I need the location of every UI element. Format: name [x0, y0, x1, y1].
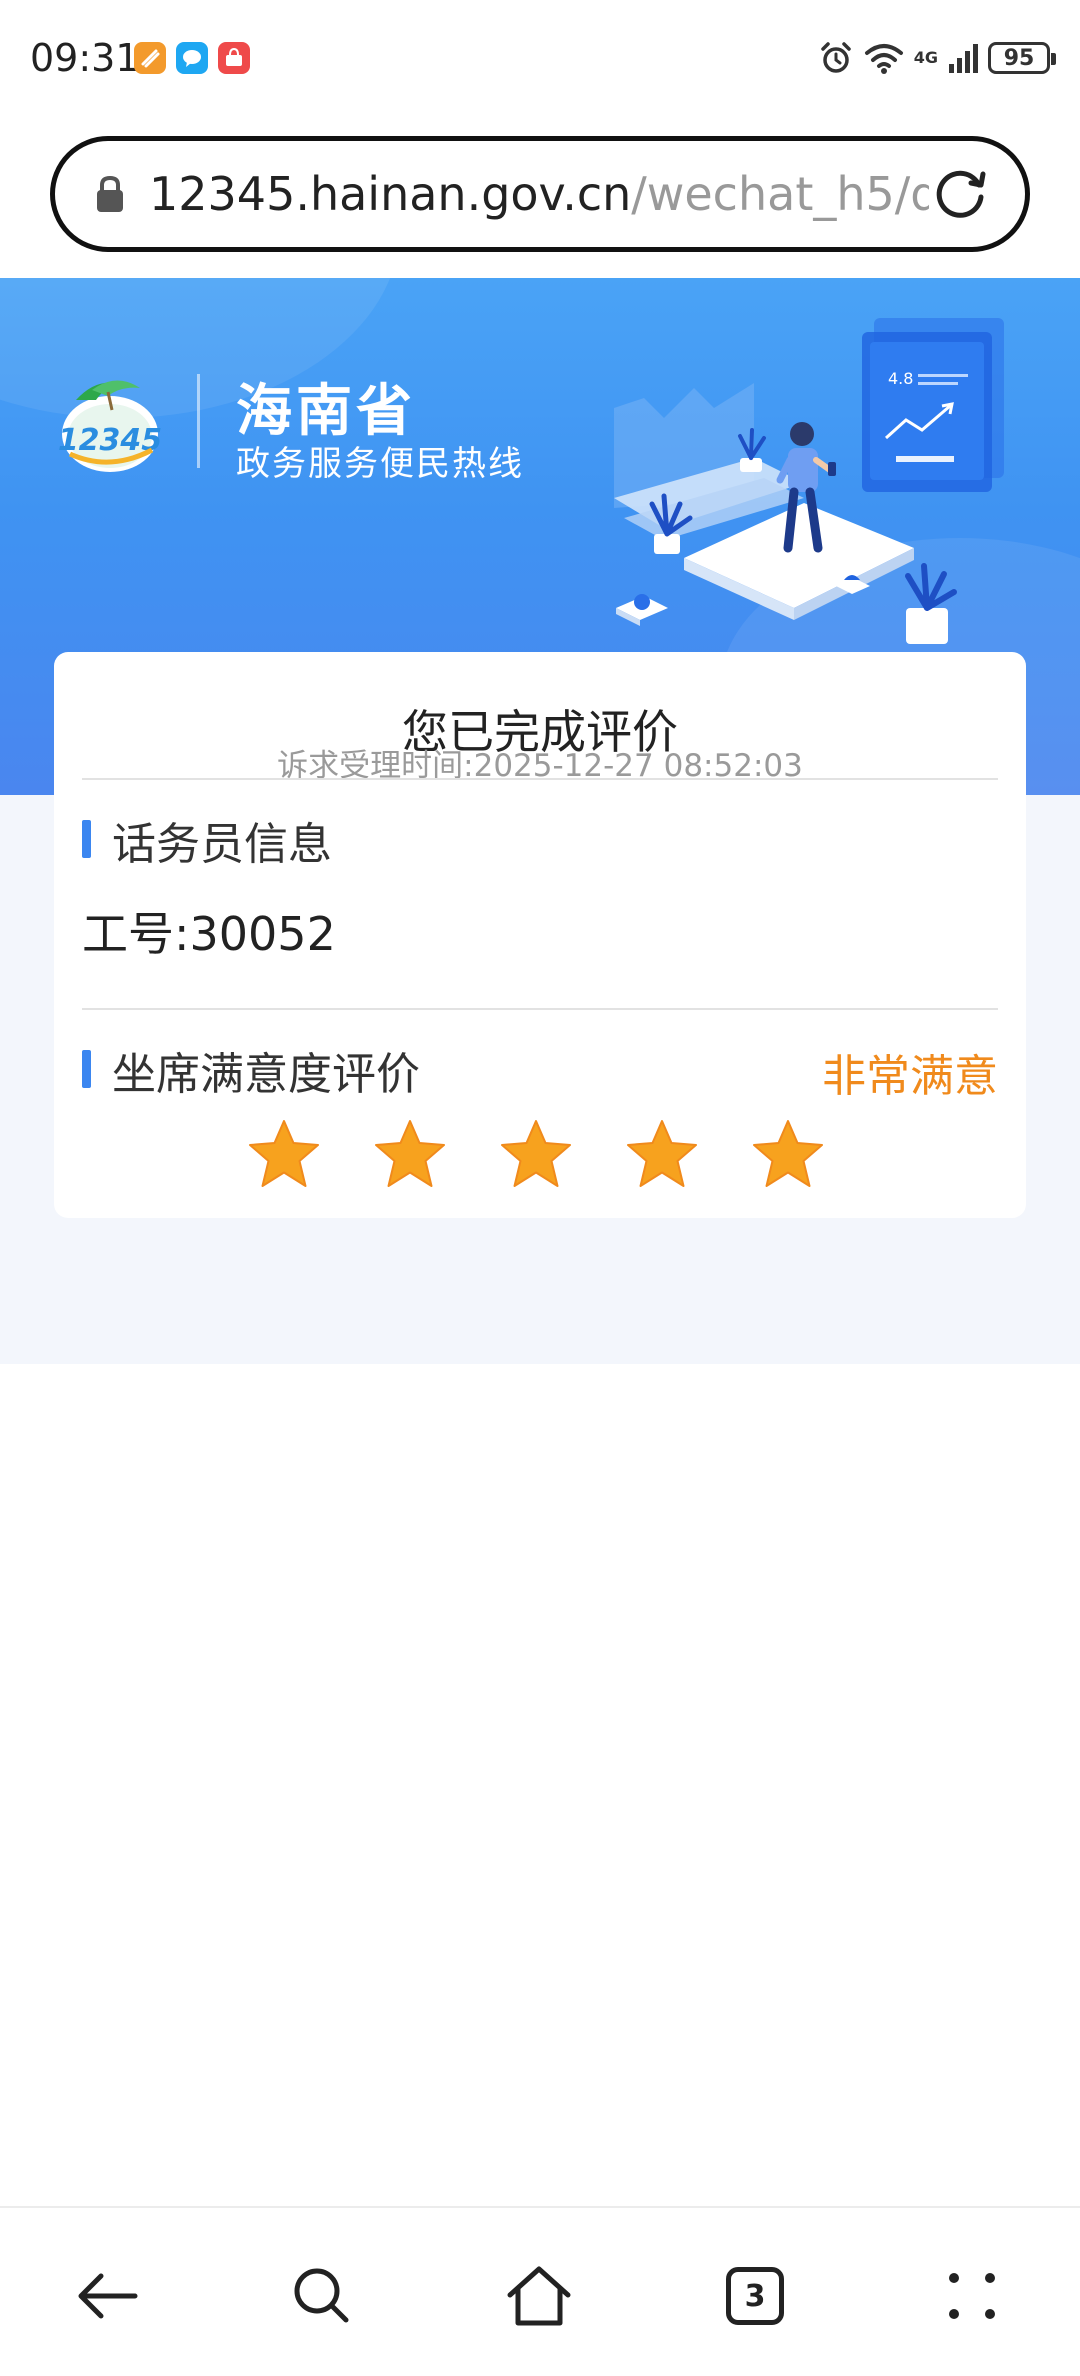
- shopping-notification-icon: [218, 42, 250, 74]
- rating-text: 非常满意: [822, 1051, 998, 1102]
- tabs-count: 3: [726, 2267, 784, 2325]
- operator-section-title: 话务员信息: [112, 819, 332, 870]
- more-menu-button[interactable]: [932, 2256, 1012, 2336]
- network-type: 4G: [913, 48, 938, 67]
- divider: [82, 778, 998, 780]
- status-time: 09:31: [30, 36, 140, 80]
- home-icon: [507, 2266, 571, 2326]
- page-content: 12345 海南省 政务服务便民热线 4.8 您已完成评价 诉求受理时间:202…: [0, 278, 1080, 1364]
- star-icon[interactable]: [498, 1118, 574, 1190]
- star-icon[interactable]: [624, 1118, 700, 1190]
- section-marker: [82, 1050, 91, 1088]
- status-bar: 09:31 4G 95: [0, 0, 1080, 118]
- message-notification-icon: [176, 42, 208, 74]
- hotline-logo: 12345: [58, 380, 162, 472]
- url-path: /wechat_h5/d: [631, 167, 929, 221]
- evaluation-card: 您已完成评价 诉求受理时间:2025-12-27 08:52:03 话务员信息 …: [54, 652, 1026, 1218]
- signal-icon: [949, 44, 978, 73]
- back-arrow-icon: [78, 2273, 138, 2319]
- battery-level: 95: [1003, 45, 1035, 71]
- rating-section-title: 坐席满意度评价: [112, 1049, 420, 1100]
- status-icons: 4G 95: [818, 38, 1056, 78]
- address-bar[interactable]: 12345.hainan.gov.cn/wechat_h5/d: [50, 136, 1030, 252]
- battery-indicator: 95: [988, 42, 1056, 74]
- hero-illustration: 4.8: [614, 318, 1004, 644]
- url-text[interactable]: 12345.hainan.gov.cn/wechat_h5/d: [149, 167, 929, 221]
- back-button[interactable]: [68, 2256, 148, 2336]
- hero-subtitle: 政务服务便民热线: [236, 444, 524, 484]
- hero-title: 海南省: [236, 379, 416, 444]
- star-rating[interactable]: [246, 1118, 846, 1198]
- illustration-value: 4.8: [888, 369, 913, 388]
- search-icon: [294, 2268, 349, 2323]
- more-dots-icon: [949, 2273, 995, 2319]
- url-domain: 12345.hainan.gov.cn: [149, 167, 632, 221]
- divider: [82, 1008, 998, 1010]
- search-button[interactable]: [282, 2256, 362, 2336]
- section-marker: [82, 820, 91, 858]
- tabs-button[interactable]: 3: [715, 2256, 795, 2336]
- lock-icon: [97, 175, 123, 212]
- hero-divider: [197, 374, 200, 468]
- home-button[interactable]: [499, 2256, 579, 2336]
- staff-id: 工号:30052: [82, 907, 336, 961]
- star-icon[interactable]: [750, 1118, 826, 1190]
- alarm-icon: [820, 42, 851, 73]
- star-icon[interactable]: [246, 1118, 322, 1190]
- reload-icon[interactable]: [929, 163, 991, 225]
- star-icon[interactable]: [372, 1118, 448, 1190]
- wifi-icon: [864, 44, 903, 74]
- app-notification-icon: [134, 42, 166, 74]
- bottom-navigation: 3: [0, 2206, 1080, 2376]
